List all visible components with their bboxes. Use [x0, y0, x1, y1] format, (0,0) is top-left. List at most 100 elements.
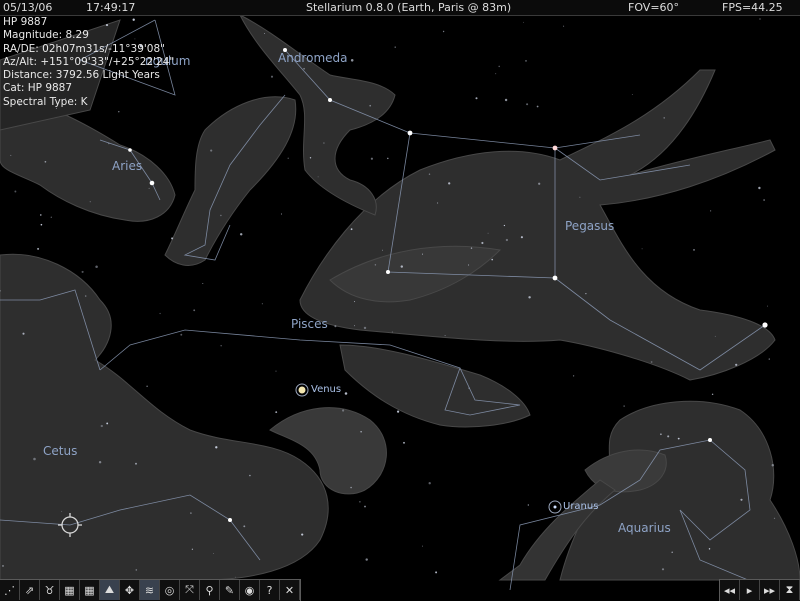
background-star: [422, 545, 423, 547]
background-star: [481, 241, 484, 245]
main-toolbar: ⋰ ⇗ ♉ ▦ ▦ ⛰ ✥ ≋ ◎ ⤧ ⚲ ✎ ◉? ✕: [0, 579, 301, 601]
label-uranus[interactable]: Uranus: [563, 501, 598, 512]
background-star: [37, 247, 40, 250]
fast-forward-icon: ▸▸: [763, 583, 776, 597]
uranus-marker[interactable]: [548, 500, 562, 514]
object-distance: Distance: 3792.56 Light Years: [3, 69, 160, 82]
fov-readout: FOV=60°: [628, 1, 680, 14]
label-pisces: Pisces: [291, 317, 328, 331]
background-star: [317, 176, 319, 178]
label-cetus: Cetus: [43, 444, 78, 458]
star-scheat: [552, 145, 558, 151]
real-time-button[interactable]: ⧗: [780, 580, 800, 600]
time-control-bar: ◂◂ ▸ ▸▸ ⧗: [719, 579, 800, 601]
quit-button[interactable]: ✕: [280, 580, 300, 600]
constellation-lines-icon: ⋰: [4, 583, 15, 597]
background-star: [572, 375, 575, 377]
background-star: [536, 105, 539, 108]
background-star: [350, 59, 354, 62]
background-star: [374, 264, 377, 266]
background-star: [505, 238, 509, 242]
background-star: [523, 21, 524, 23]
background-star: [428, 482, 431, 485]
night-mode-icon: ◉: [244, 583, 255, 597]
background-star: [693, 249, 695, 251]
background-star: [758, 186, 761, 190]
time-readout: 17:49:17: [86, 1, 136, 14]
real-time-icon: ⧗: [785, 583, 794, 596]
background-star: [528, 296, 531, 299]
background-star: [239, 233, 243, 236]
background-star: [301, 533, 304, 536]
constellation-names-button[interactable]: ⇗: [20, 580, 40, 600]
fast-forward-button[interactable]: ▸▸: [760, 580, 780, 600]
background-star: [487, 232, 489, 234]
background-star: [264, 32, 265, 34]
object-catalog: Cat: HP 9887: [3, 82, 73, 95]
help-button[interactable]: ?: [260, 580, 280, 600]
help-icon: ?: [266, 583, 273, 597]
rewind-button[interactable]: ◂◂: [720, 580, 740, 600]
cetus-art: [0, 253, 329, 581]
background-star: [261, 303, 263, 305]
azimuth-grid-icon: ▦: [64, 583, 75, 597]
background-star: [220, 214, 222, 217]
constellation-lines-button[interactable]: ⋰: [0, 580, 20, 600]
background-star: [344, 392, 348, 395]
background-star: [323, 142, 325, 144]
background-star: [22, 332, 25, 335]
background-star: [275, 370, 277, 372]
background-star: [498, 65, 500, 68]
label-venus[interactable]: Venus: [311, 384, 341, 395]
constellation-art-button[interactable]: ♉: [40, 580, 60, 600]
background-star: [585, 292, 587, 295]
background-star: [759, 18, 761, 20]
background-star: [495, 73, 497, 75]
quit-icon: ✕: [284, 583, 295, 597]
top-status-bar: 05/13/06 17:49:17 Stellarium 0.8.0 (Eart…: [0, 0, 800, 16]
azimuth-grid-button[interactable]: ▦: [60, 580, 80, 600]
telescope-mount-button[interactable]: ⤧: [180, 580, 200, 600]
atmosphere-button[interactable]: ≋: [140, 580, 160, 600]
star-hamal: [149, 180, 155, 186]
configuration-button[interactable]: ✎: [220, 580, 240, 600]
background-star: [148, 187, 150, 189]
cardinal-points-button[interactable]: ✥: [120, 580, 140, 600]
background-star: [280, 213, 282, 215]
equatorial-grid-button[interactable]: ▦: [80, 580, 100, 600]
background-star: [135, 569, 138, 571]
background-star: [159, 312, 161, 315]
background-star: [89, 201, 91, 203]
background-star: [400, 265, 403, 268]
background-star: [220, 345, 222, 347]
object-ra-de: RA/DE: 02h07m31s/-11°39'08": [3, 42, 165, 55]
search-icon: ⚲: [205, 583, 214, 597]
background-star: [98, 460, 102, 464]
background-star: [354, 301, 356, 303]
background-star: [210, 149, 213, 152]
rewind-icon: ◂◂: [723, 583, 736, 597]
background-star: [106, 422, 109, 425]
star-sheratan: [128, 148, 132, 152]
telescope-mount-icon: ⤧: [185, 583, 194, 596]
label-aquarius: Aquarius: [618, 521, 671, 535]
background-star: [661, 568, 665, 571]
night-mode-button[interactable]: ◉: [240, 580, 260, 600]
background-star: [525, 60, 527, 62]
label-aries: Aries: [112, 159, 143, 173]
background-star: [171, 237, 174, 240]
venus-marker[interactable]: [295, 383, 309, 397]
background-star: [33, 457, 36, 461]
background-star: [381, 249, 383, 251]
background-star: [350, 486, 352, 489]
equatorial-grid-icon: ▦: [84, 583, 95, 597]
background-star: [334, 325, 337, 328]
background-star: [708, 548, 711, 550]
play-button[interactable]: ▸: [740, 580, 760, 600]
ground-button[interactable]: ⛰: [100, 580, 120, 600]
search-button[interactable]: ⚲: [200, 580, 220, 600]
nebulae-button[interactable]: ◎: [160, 580, 180, 600]
ground-icon: ⛰: [104, 583, 115, 596]
star-markab: [552, 275, 558, 281]
background-star: [309, 157, 312, 159]
